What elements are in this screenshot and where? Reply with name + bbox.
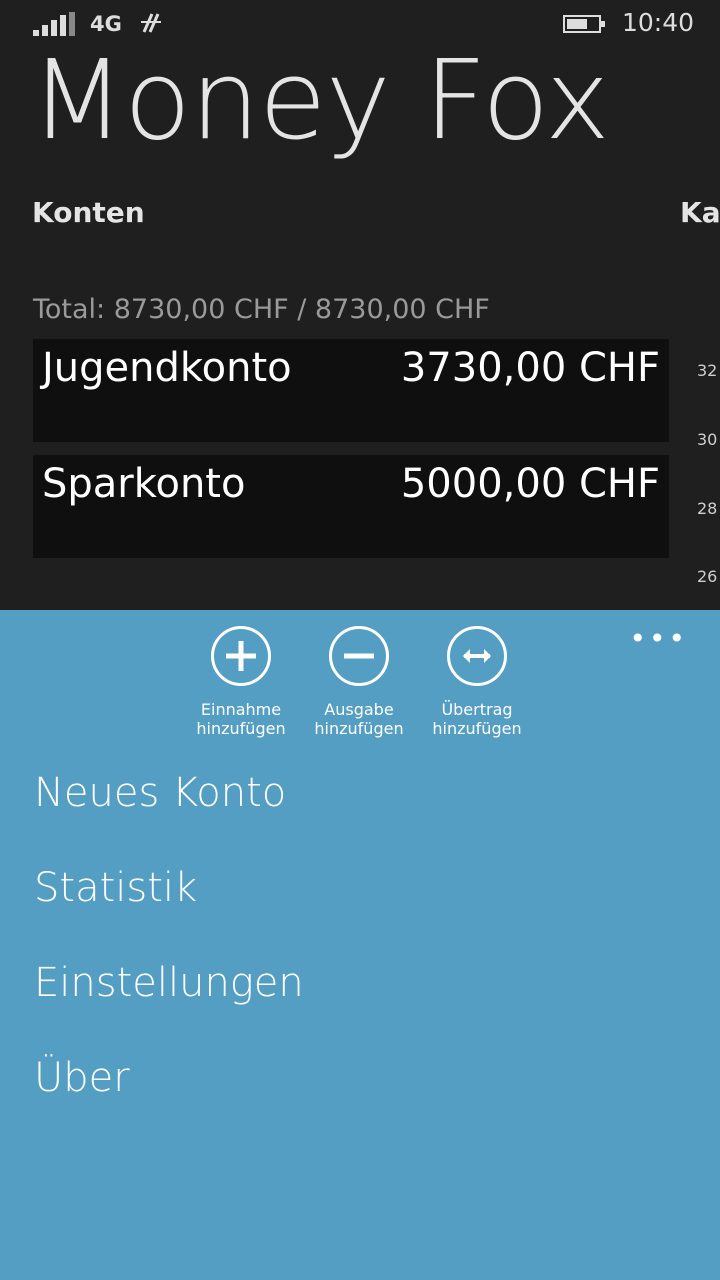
menu-item-settings[interactable]: Einstellungen (34, 960, 304, 1006)
menu-item-statistics[interactable]: Statistik (34, 865, 197, 911)
pivot-header-next[interactable]: Kap (680, 196, 720, 229)
transfer-circle-icon (447, 626, 507, 686)
app-bar: ••• Einnahme hinzufügen Ausgabe hinzufüg… (0, 610, 720, 1280)
add-expense-button[interactable]: Ausgabe hinzufügen (295, 626, 423, 738)
account-item[interactable]: Sparkonto 5000,00 CHF (33, 455, 669, 558)
account-amount: 5000,00 CHF (400, 461, 660, 507)
battery-icon (563, 15, 605, 33)
plus-circle-icon (211, 626, 271, 686)
menu-item-new-account[interactable]: Neues Konto (34, 770, 286, 816)
more-options-button[interactable]: ••• (629, 622, 688, 655)
signal-strength-icon (33, 12, 75, 36)
menu-item-about[interactable]: Über (34, 1055, 130, 1101)
button-label: Ausgabe hinzufügen (314, 700, 404, 738)
clock: 10:40 (622, 8, 695, 37)
chart-tick-label: 30 (697, 430, 718, 449)
button-label: Übertrag hinzufügen (432, 700, 522, 738)
network-type: 4G (90, 12, 122, 36)
chart-tick-label: 26 (697, 567, 718, 586)
account-amount: 3730,00 CHF (400, 345, 660, 391)
add-income-button[interactable]: Einnahme hinzufügen (177, 626, 305, 738)
account-name: Jugendkonto (42, 345, 292, 391)
add-transfer-button[interactable]: Übertrag hinzufügen (413, 626, 541, 738)
chart-tick-label: 32 (697, 361, 718, 380)
button-label: Einnahme hinzufügen (196, 700, 286, 738)
minus-circle-icon (329, 626, 389, 686)
pivot-header-konten[interactable]: Konten (32, 196, 145, 229)
chart-tick-label: 28 (697, 499, 718, 518)
account-name: Sparkonto (42, 461, 246, 507)
data-connection-icon (141, 13, 161, 33)
account-item[interactable]: Jugendkonto 3730,00 CHF (33, 339, 669, 442)
total-balance: Total: 8730,00 CHF / 8730,00 CHF (33, 294, 490, 325)
app-title: Money Fox (30, 36, 610, 164)
